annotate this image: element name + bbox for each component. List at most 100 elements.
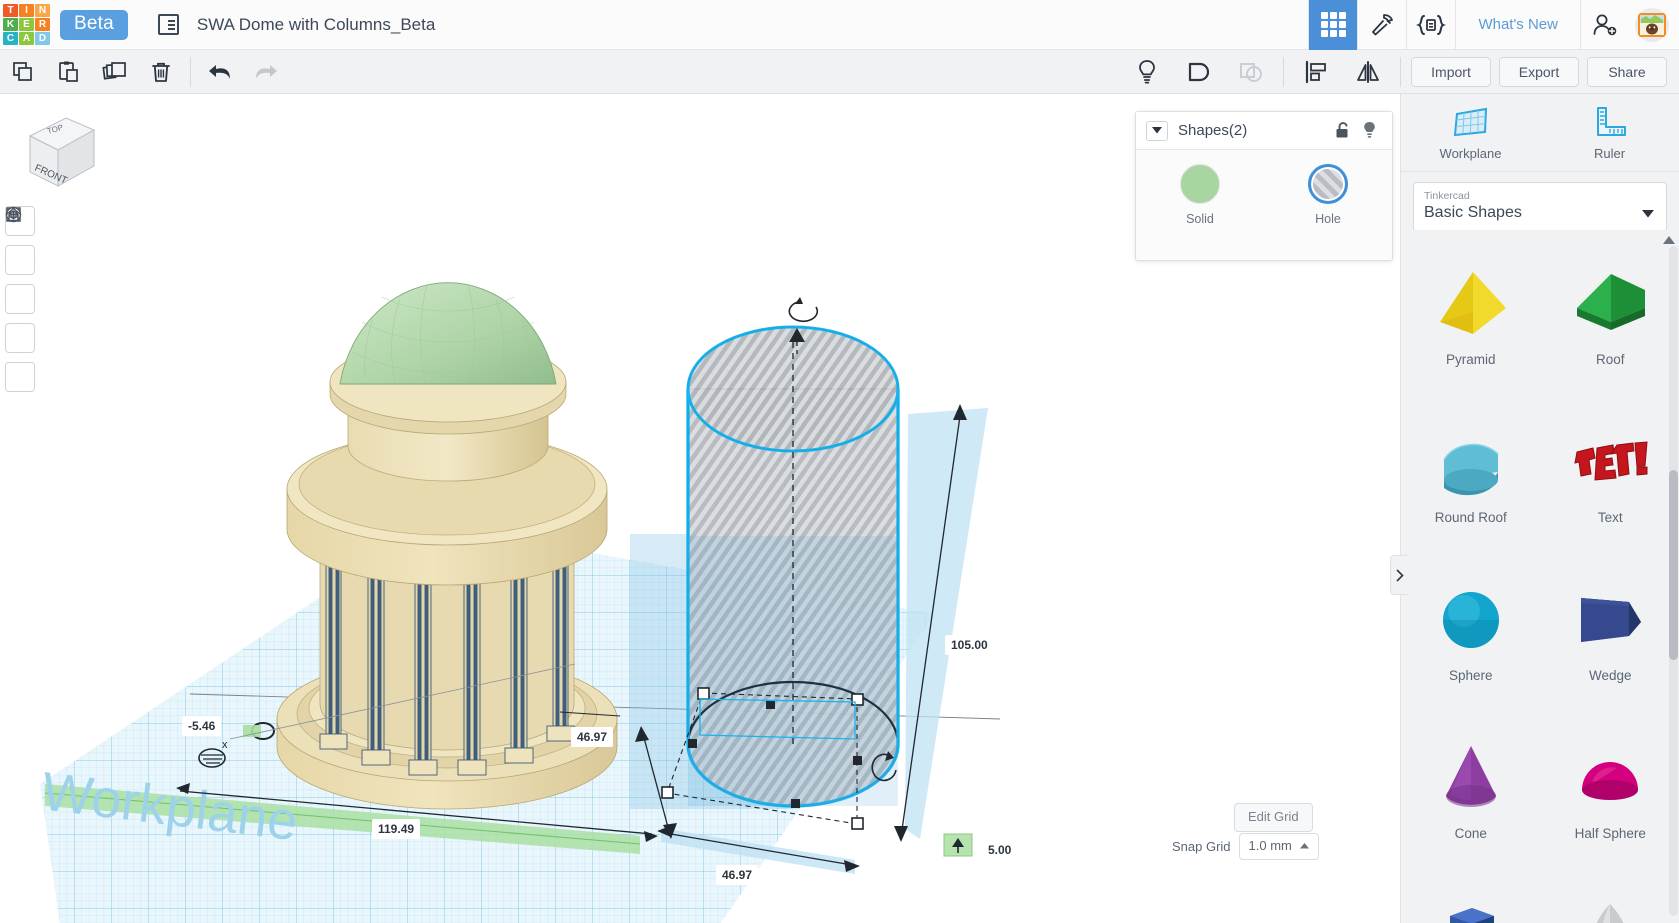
temple-model: [276, 282, 618, 810]
zoom-in-icon[interactable]: [5, 206, 35, 314]
hammer-glyph: [1372, 13, 1394, 35]
shape-label-roof: Roof: [1595, 351, 1625, 367]
top-bar: T I N K E R C A D Beta SWA Dome with Col…: [0, 0, 1679, 50]
nav-button-group: [5, 206, 35, 401]
user-avatar[interactable]: [1635, 7, 1669, 42]
chevron-down-glyph-library: [1642, 210, 1654, 218]
solid-label: Solid: [1186, 212, 1214, 226]
collapse-panel-button[interactable]: [1390, 555, 1409, 595]
chevron-down-icon[interactable]: [1642, 205, 1654, 223]
chevron-down-icon[interactable]: [1146, 120, 1168, 141]
shape-item-round-roof[interactable]: Round Roof: [1401, 394, 1541, 552]
tinkercad-logo[interactable]: T I N K E R C A D: [3, 4, 50, 45]
share-button[interactable]: Share: [1587, 56, 1667, 87]
copy-icon[interactable]: [0, 50, 46, 94]
logo-cell-3: K: [3, 18, 18, 31]
paste-icon[interactable]: [46, 50, 92, 94]
shape-label-half-sphere: Half Sphere: [1574, 825, 1646, 841]
ruler-label: Ruler: [1593, 145, 1626, 161]
export-button[interactable]: Export: [1499, 56, 1579, 87]
lightbulb-glyph-panel: [1363, 122, 1375, 138]
shape-item-half-sphere[interactable]: Half Sphere: [1541, 710, 1679, 868]
duplicate-icon[interactable]: [92, 50, 138, 94]
logo-cell-7: A: [19, 32, 34, 45]
shape-label-pyramid: Pyramid: [1445, 351, 1496, 367]
sidebar-tools: Workplane Ruler: [1401, 94, 1679, 172]
sidebar-tool-ruler[interactable]: Ruler: [1540, 94, 1679, 171]
snap-grid-select[interactable]: 1.0 mm: [1238, 833, 1319, 860]
shape-label-cone: Cone: [1454, 825, 1487, 841]
paraboloid-shape-icon: [1596, 903, 1624, 923]
shape-item-pyramid[interactable]: Pyramid: [1401, 236, 1541, 394]
dimension-label-workplane-span: 119.49: [372, 819, 421, 839]
height-handle: [943, 833, 973, 857]
document-list-icon[interactable]: [157, 14, 179, 35]
logo-cell-5: R: [35, 18, 50, 31]
invite-user-glyph: [1593, 14, 1617, 35]
beta-badge[interactable]: Beta: [60, 9, 128, 40]
shape-label-sphere: Sphere: [1448, 667, 1493, 683]
hole-swatch-option[interactable]: Hole: [1264, 164, 1392, 226]
import-button[interactable]: Import: [1411, 56, 1491, 87]
toolbar-divider-2: [1283, 56, 1284, 87]
shape-item-text[interactable]: Text: [1541, 394, 1679, 552]
pyramid-shape-icon: [1439, 271, 1506, 334]
ungroup-icon[interactable]: [1225, 50, 1277, 94]
whats-new-link[interactable]: What's New: [1455, 0, 1580, 50]
undo-icon[interactable]: [197, 50, 243, 94]
shape-label-wedge: Wedge: [1588, 667, 1632, 683]
codeblocks-icon[interactable]: [1406, 0, 1455, 50]
roof-shape-icon: [1577, 273, 1646, 330]
ruler-icon: [1596, 106, 1626, 136]
paste-glyph: [59, 61, 78, 82]
group-icon[interactable]: [1173, 50, 1225, 94]
logo-cell-2: N: [35, 4, 50, 17]
ortho-perspective-icon[interactable]: [5, 206, 35, 392]
align-icon[interactable]: [1290, 50, 1342, 94]
invite-user-icon[interactable]: [1580, 0, 1629, 50]
dimension-label-cylinder-width: 46.97: [716, 865, 759, 885]
shape-item-cone[interactable]: Cone: [1401, 710, 1541, 868]
scrollbar-thumb[interactable]: [1669, 470, 1678, 660]
fit-view-icon[interactable]: [5, 207, 35, 275]
shape-item-paraboloid[interactable]: Paraboloid: [1541, 868, 1679, 923]
trash-glyph: [152, 62, 170, 82]
unlock-icon[interactable]: [1330, 118, 1356, 144]
shape-item-sphere[interactable]: Sphere: [1401, 552, 1541, 710]
hole-swatch[interactable]: [1308, 164, 1348, 204]
toolbar-divider-1: [190, 56, 191, 87]
edit-grid-button[interactable]: Edit Grid: [1234, 803, 1313, 832]
tinker-hammer-icon[interactable]: [1357, 0, 1406, 50]
redo-glyph: [256, 64, 277, 79]
dimension-label-z-height: 5.00: [982, 840, 1018, 860]
apps-grid-glyph: [1320, 12, 1346, 37]
half-sphere-shape-icon: [1582, 761, 1639, 800]
shape-library-grid-wrap[interactable]: Pyramid Roof Round Roof Text Sphere Wedg…: [1401, 230, 1679, 923]
shape-item-polygon[interactable]: Polygon: [1401, 868, 1541, 923]
sidebar-tool-workplane[interactable]: Workplane: [1401, 94, 1540, 171]
mirror-glyph: [1357, 60, 1379, 83]
align-glyph: [1305, 60, 1326, 83]
undo-glyph: [209, 64, 230, 79]
ungroup-glyph: [1240, 62, 1262, 82]
solid-swatch[interactable]: [1180, 164, 1220, 204]
delete-icon[interactable]: [138, 50, 184, 94]
duplicate-glyph: [102, 61, 126, 80]
codeblocks-glyph: [1416, 14, 1447, 35]
shape-item-roof[interactable]: Roof: [1541, 236, 1679, 394]
apps-grid-icon[interactable]: [1308, 0, 1358, 50]
view-cube[interactable]: TOP FRONT: [8, 108, 104, 198]
mirror-icon[interactable]: [1342, 50, 1394, 94]
lightbulb-icon[interactable]: [1121, 50, 1173, 94]
lightbulb-icon[interactable]: [1356, 118, 1382, 144]
shapes-inspector-panel[interactable]: Shapes(2) Solid Hole: [1135, 111, 1393, 261]
redo-icon[interactable]: [243, 50, 289, 94]
library-name: Basic Shapes: [1424, 204, 1522, 221]
shape-library-grid: Pyramid Roof Round Roof Text Sphere Wedg…: [1401, 230, 1679, 923]
shape-label-text: Text: [1597, 509, 1623, 525]
unlock-glyph: [1336, 122, 1347, 138]
library-select[interactable]: Tinkercad Basic Shapes: [1413, 182, 1667, 232]
shape-item-wedge[interactable]: Wedge: [1541, 552, 1679, 710]
zoom-out-icon[interactable]: [5, 206, 35, 353]
solid-swatch-option[interactable]: Solid: [1136, 164, 1264, 226]
